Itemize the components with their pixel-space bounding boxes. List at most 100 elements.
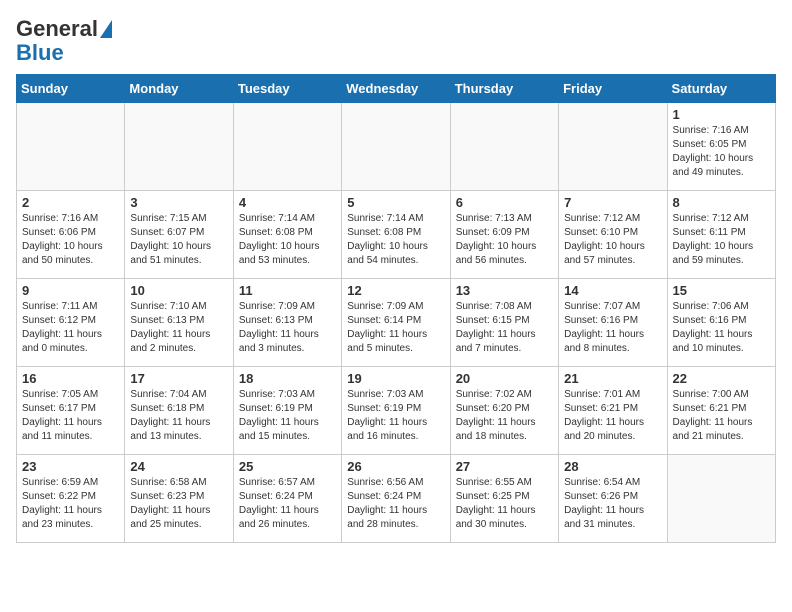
day-info: Sunrise: 6:56 AM Sunset: 6:24 PM Dayligh… xyxy=(347,476,444,532)
day-info: Sunrise: 7:12 AM Sunset: 6:10 PM Dayligh… xyxy=(564,212,661,268)
calendar-cell: 19 Sunrise: 7:03 AM Sunset: 6:19 PM Dayli… xyxy=(342,367,450,455)
day-number: 19 xyxy=(347,371,444,386)
day-number: 20 xyxy=(456,371,553,386)
day-info: Sunrise: 7:16 AM Sunset: 6:06 PM Dayligh… xyxy=(22,212,119,268)
calendar-cell: 13 Sunrise: 7:08 AM Sunset: 6:15 PM Dayli… xyxy=(450,279,558,367)
calendar-week-4: 16 Sunrise: 7:05 AM Sunset: 6:17 PM Dayli… xyxy=(17,367,776,455)
calendar-cell: 28Sunrise: 6:54 AM Sunset: 6:26 PM Dayli… xyxy=(559,455,667,543)
day-number: 27 xyxy=(456,459,553,474)
calendar-cell: 27 Sunrise: 6:55 AM Sunset: 6:25 PM Dayli… xyxy=(450,455,558,543)
calendar-cell: 4 Sunrise: 7:14 AM Sunset: 6:08 PM Daylig… xyxy=(233,191,341,279)
weekday-header-sunday: Sunday xyxy=(17,75,125,103)
calendar-cell: 16 Sunrise: 7:05 AM Sunset: 6:17 PM Dayli… xyxy=(17,367,125,455)
calendar-cell: 5 Sunrise: 7:14 AM Sunset: 6:08 PM Daylig… xyxy=(342,191,450,279)
day-number: 14 xyxy=(564,283,661,298)
day-number: 11 xyxy=(239,283,336,298)
calendar-cell xyxy=(233,103,341,191)
day-info: Sunrise: 6:55 AM Sunset: 6:25 PM Dayligh… xyxy=(456,476,553,532)
calendar-body: 1 Sunrise: 7:16 AM Sunset: 6:05 PM Daylig… xyxy=(17,103,776,543)
day-number: 12 xyxy=(347,283,444,298)
day-info: Sunrise: 7:01 AM Sunset: 6:21 PM Dayligh… xyxy=(564,388,661,444)
day-number: 16 xyxy=(22,371,119,386)
day-info: Sunrise: 7:12 AM Sunset: 6:11 PM Dayligh… xyxy=(673,212,770,268)
weekday-header-tuesday: Tuesday xyxy=(233,75,341,103)
day-number: 13 xyxy=(456,283,553,298)
calendar-cell: 10 Sunrise: 7:10 AM Sunset: 6:13 PM Dayli… xyxy=(125,279,233,367)
calendar-week-1: 1 Sunrise: 7:16 AM Sunset: 6:05 PM Daylig… xyxy=(17,103,776,191)
day-info: Sunrise: 7:04 AM Sunset: 6:18 PM Dayligh… xyxy=(130,388,227,444)
calendar-cell: 26 Sunrise: 6:56 AM Sunset: 6:24 PM Dayli… xyxy=(342,455,450,543)
calendar-cell: 23 Sunrise: 6:59 AM Sunset: 6:22 PM Dayli… xyxy=(17,455,125,543)
calendar-cell: 11 Sunrise: 7:09 AM Sunset: 6:13 PM Dayli… xyxy=(233,279,341,367)
day-number: 6 xyxy=(456,195,553,210)
calendar-cell xyxy=(17,103,125,191)
day-number: 22 xyxy=(673,371,770,386)
day-number: 18 xyxy=(239,371,336,386)
day-number: 5 xyxy=(347,195,444,210)
day-info: Sunrise: 7:03 AM Sunset: 6:19 PM Dayligh… xyxy=(347,388,444,444)
calendar-cell: 6 Sunrise: 7:13 AM Sunset: 6:09 PM Daylig… xyxy=(450,191,558,279)
day-info: Sunrise: 7:00 AM Sunset: 6:21 PM Dayligh… xyxy=(673,388,770,444)
calendar-cell xyxy=(667,455,775,543)
weekday-header-saturday: Saturday xyxy=(667,75,775,103)
day-info: Sunrise: 7:05 AM Sunset: 6:17 PM Dayligh… xyxy=(22,388,119,444)
day-info: Sunrise: 7:08 AM Sunset: 6:15 PM Dayligh… xyxy=(456,300,553,356)
calendar-cell: 12 Sunrise: 7:09 AM Sunset: 6:14 PM Dayli… xyxy=(342,279,450,367)
day-info: Sunrise: 7:03 AM Sunset: 6:19 PM Dayligh… xyxy=(239,388,336,444)
day-info: Sunrise: 7:16 AM Sunset: 6:05 PM Dayligh… xyxy=(673,124,770,180)
day-info: Sunrise: 7:09 AM Sunset: 6:13 PM Dayligh… xyxy=(239,300,336,356)
calendar-cell: 21 Sunrise: 7:01 AM Sunset: 6:21 PM Dayli… xyxy=(559,367,667,455)
weekday-header-wednesday: Wednesday xyxy=(342,75,450,103)
day-info: Sunrise: 7:09 AM Sunset: 6:14 PM Dayligh… xyxy=(347,300,444,356)
day-info: Sunrise: 6:58 AM Sunset: 6:23 PM Dayligh… xyxy=(130,476,227,532)
calendar-cell xyxy=(559,103,667,191)
calendar-cell: 8 Sunrise: 7:12 AM Sunset: 6:11 PM Daylig… xyxy=(667,191,775,279)
calendar-cell: 25 Sunrise: 6:57 AM Sunset: 6:24 PM Dayli… xyxy=(233,455,341,543)
calendar-cell: 24Sunrise: 6:58 AM Sunset: 6:23 PM Dayli… xyxy=(125,455,233,543)
calendar-cell: 1 Sunrise: 7:16 AM Sunset: 6:05 PM Daylig… xyxy=(667,103,775,191)
day-info: Sunrise: 7:14 AM Sunset: 6:08 PM Dayligh… xyxy=(347,212,444,268)
day-number: 23 xyxy=(22,459,119,474)
calendar-cell: 18 Sunrise: 7:03 AM Sunset: 6:19 PM Dayli… xyxy=(233,367,341,455)
day-info: Sunrise: 7:13 AM Sunset: 6:09 PM Dayligh… xyxy=(456,212,553,268)
day-number: 3 xyxy=(130,195,227,210)
day-info: Sunrise: 7:14 AM Sunset: 6:08 PM Dayligh… xyxy=(239,212,336,268)
calendar-header: SundayMondayTuesdayWednesdayThursdayFrid… xyxy=(17,75,776,103)
calendar-cell: 22 Sunrise: 7:00 AM Sunset: 6:21 PM Dayli… xyxy=(667,367,775,455)
weekday-header-friday: Friday xyxy=(559,75,667,103)
day-number: 9 xyxy=(22,283,119,298)
calendar-cell: 14 Sunrise: 7:07 AM Sunset: 6:16 PM Dayli… xyxy=(559,279,667,367)
day-info: Sunrise: 7:15 AM Sunset: 6:07 PM Dayligh… xyxy=(130,212,227,268)
day-number: 8 xyxy=(673,195,770,210)
logo-blue-text: Blue xyxy=(16,42,64,64)
day-number: 4 xyxy=(239,195,336,210)
day-info: Sunrise: 7:07 AM Sunset: 6:16 PM Dayligh… xyxy=(564,300,661,356)
weekday-header-thursday: Thursday xyxy=(450,75,558,103)
day-number: 7 xyxy=(564,195,661,210)
calendar-table: SundayMondayTuesdayWednesdayThursdayFrid… xyxy=(16,74,776,543)
calendar-cell: 3 Sunrise: 7:15 AM Sunset: 6:07 PM Daylig… xyxy=(125,191,233,279)
calendar-week-5: 23 Sunrise: 6:59 AM Sunset: 6:22 PM Dayli… xyxy=(17,455,776,543)
calendar-week-3: 9 Sunrise: 7:11 AM Sunset: 6:12 PM Daylig… xyxy=(17,279,776,367)
day-number: 2 xyxy=(22,195,119,210)
day-number: 1 xyxy=(673,107,770,122)
day-info: Sunrise: 6:57 AM Sunset: 6:24 PM Dayligh… xyxy=(239,476,336,532)
calendar-cell: 7 Sunrise: 7:12 AM Sunset: 6:10 PM Daylig… xyxy=(559,191,667,279)
day-info: Sunrise: 6:54 AM Sunset: 6:26 PM Dayligh… xyxy=(564,476,661,532)
logo-general-text: General xyxy=(16,16,98,42)
page-header: General Blue xyxy=(16,16,776,64)
calendar-cell xyxy=(450,103,558,191)
calendar-cell xyxy=(342,103,450,191)
calendar-cell: 9 Sunrise: 7:11 AM Sunset: 6:12 PM Daylig… xyxy=(17,279,125,367)
day-number: 25 xyxy=(239,459,336,474)
logo: General Blue xyxy=(16,16,112,64)
day-number: 26 xyxy=(347,459,444,474)
day-info: Sunrise: 7:11 AM Sunset: 6:12 PM Dayligh… xyxy=(22,300,119,356)
day-info: Sunrise: 7:06 AM Sunset: 6:16 PM Dayligh… xyxy=(673,300,770,356)
day-number: 15 xyxy=(673,283,770,298)
day-info: Sunrise: 7:10 AM Sunset: 6:13 PM Dayligh… xyxy=(130,300,227,356)
day-number: 10 xyxy=(130,283,227,298)
day-info: Sunrise: 6:59 AM Sunset: 6:22 PM Dayligh… xyxy=(22,476,119,532)
day-number: 21 xyxy=(564,371,661,386)
day-info: Sunrise: 7:02 AM Sunset: 6:20 PM Dayligh… xyxy=(456,388,553,444)
